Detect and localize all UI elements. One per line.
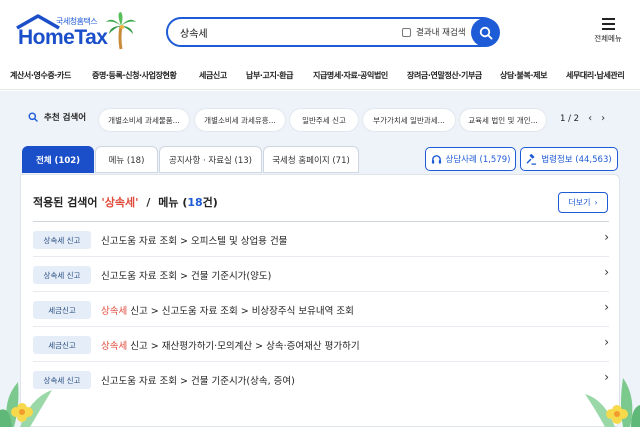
result-keyword: 상속세 bbox=[101, 306, 128, 317]
result-path-text: 신고도움 자료 조회 > 오피스텔 및 상업용 건물 bbox=[101, 236, 288, 247]
chevron-right-icon[interactable]: › bbox=[601, 113, 605, 124]
result-category-badge: 상속세 신고 bbox=[33, 231, 91, 249]
results-title: 적용된 검색어 '상속세' / 메뉴 (18건) bbox=[33, 196, 218, 209]
consultation-cases-label: 상담사례 (1,579) bbox=[445, 155, 511, 165]
result-keyword: 상속세 bbox=[101, 341, 128, 352]
recommended-label-text: 추천 검색어 bbox=[44, 113, 87, 123]
palm-tree-icon bbox=[106, 12, 136, 50]
recommended-chip[interactable]: 교육세 법인 및 개인... bbox=[460, 109, 546, 131]
search-box: 결과내 재검색 bbox=[166, 17, 500, 47]
leaf-decoration-icon bbox=[0, 382, 52, 427]
result-category-badge: 상속세 신고 bbox=[33, 266, 91, 284]
more-label: 더보기 bbox=[568, 198, 591, 207]
headset-icon bbox=[431, 154, 441, 164]
nav-item[interactable]: 계산서·영수증·카드 bbox=[10, 70, 71, 81]
search-button[interactable] bbox=[471, 18, 500, 47]
nav-item[interactable]: 세금신고 bbox=[199, 70, 227, 81]
result-category-badge: 세금신고 bbox=[33, 336, 91, 354]
rescan-label: 결과내 재검색 bbox=[416, 28, 466, 38]
result-path-text: 신고 > 신고도움 자료 조회 > 비상장주식 보유내역 조회 bbox=[127, 306, 354, 317]
results-title-prefix: 적용된 검색어 bbox=[33, 196, 98, 209]
result-row[interactable]: 상속세 신고 신고도움 자료 조회 > 건물 기준시가(상속, 증여) › bbox=[33, 362, 609, 397]
result-path-text: 신고 > 재산평가하기·모의계산 > 상속·증여재산 평가하기 bbox=[127, 341, 360, 352]
result-row[interactable]: 세금신고 상속세 신고 > 신고도움 자료 조회 > 비상장주식 보유내역 조회… bbox=[33, 292, 609, 327]
leaf-decoration-icon bbox=[585, 378, 640, 427]
chevron-right-icon: › bbox=[604, 265, 609, 279]
result-category-badge: 세금신고 bbox=[33, 301, 91, 319]
chevron-left-icon[interactable]: ‹ bbox=[588, 113, 592, 124]
tab-menu[interactable]: 메뉴 (18) bbox=[95, 146, 158, 173]
results-count: 18 bbox=[187, 196, 203, 209]
recommended-chip[interactable]: 개별소비세 과세물품... bbox=[99, 109, 189, 131]
checkbox[interactable] bbox=[402, 27, 411, 37]
search-icon bbox=[479, 26, 492, 39]
recommended-chip[interactable]: 부가가치세 일반과세... bbox=[363, 109, 455, 131]
recommended-pager: 1 / 2 ‹ › bbox=[560, 113, 605, 124]
results-count-close: 건) bbox=[202, 196, 218, 209]
result-row[interactable]: 세금신고 상속세 신고 > 재산평가하기·모의계산 > 상속·증여재산 평가하기… bbox=[33, 327, 609, 362]
all-menu-button[interactable]: 전체메뉴 bbox=[590, 18, 626, 44]
main-nav: 계산서·영수증·카드 증명·등록·신청·사업장현황 세금신고 납부·고지·환급 … bbox=[0, 60, 640, 90]
result-path: 신고도움 자료 조회 > 건물 기준시가(양도) bbox=[101, 268, 271, 282]
result-path: 신고도움 자료 조회 > 오피스텔 및 상업용 건물 bbox=[101, 233, 287, 247]
nav-item[interactable]: 지급명세·자료·공익법인 bbox=[313, 70, 388, 81]
nav-item[interactable]: 장려금·연말정산·기부금 bbox=[407, 70, 482, 81]
rescan-checkbox[interactable]: 결과내 재검색 bbox=[402, 26, 466, 38]
result-path: 상속세 신고 > 재산평가하기·모의계산 > 상속·증여재산 평가하기 bbox=[101, 338, 360, 352]
nav-item[interactable]: 세무대리·납세관리 bbox=[566, 70, 625, 81]
logo-title: HomeTax bbox=[18, 26, 108, 49]
tab-all[interactable]: 전체 (102) bbox=[22, 146, 94, 173]
hometax-logo[interactable]: 국세청홈택스 HomeTax bbox=[14, 12, 136, 52]
more-button[interactable]: 더보기 › bbox=[558, 192, 608, 213]
all-menu-label: 전체메뉴 bbox=[594, 34, 622, 43]
chevron-right-icon: › bbox=[604, 300, 609, 314]
chevron-right-icon: › bbox=[594, 198, 598, 207]
tab-nts-homepage[interactable]: 국세청 홈페이지 (71) bbox=[263, 146, 359, 173]
result-path: 신고도움 자료 조회 > 건물 기준시가(상속, 증여) bbox=[101, 373, 295, 387]
legal-info-label: 법령정보 (44,563) bbox=[541, 155, 612, 165]
results-title-keyword: '상속세' bbox=[101, 196, 139, 209]
hamburger-menu-icon bbox=[590, 18, 626, 30]
page-indicator: 1 / 2 bbox=[560, 113, 580, 124]
search-results-area: 추천 검색어 개별소비세 과세물품... 개별소비세 과세유흥... 일반주세 … bbox=[0, 91, 640, 427]
result-path: 상속세 신고 > 신고도움 자료 조회 > 비상장주식 보유내역 조회 bbox=[101, 303, 354, 317]
recommended-keywords-label: 추천 검색어 bbox=[28, 111, 86, 123]
result-row[interactable]: 상속세 신고 신고도움 자료 조회 > 건물 기준시가(양도) › bbox=[33, 257, 609, 292]
consultation-cases-button[interactable]: 상담사례 (1,579) bbox=[425, 147, 516, 171]
result-path-text: 신고도움 자료 조회 > 건물 기준시가(양도) bbox=[101, 271, 272, 282]
recommended-chip[interactable]: 개별소비세 과세유흥... bbox=[195, 109, 285, 131]
nav-item[interactable]: 증명·등록·신청·사업장현황 bbox=[92, 70, 177, 81]
gavel-icon bbox=[526, 153, 537, 165]
result-path-text: 신고도움 자료 조회 > 건물 기준시가(상속, 증여) bbox=[101, 376, 295, 387]
results-title-category: 메뉴 bbox=[158, 196, 179, 209]
chevron-right-icon: › bbox=[604, 335, 609, 349]
chevron-right-icon: › bbox=[604, 230, 609, 244]
result-row[interactable]: 상속세 신고 신고도움 자료 조회 > 오피스텔 및 상업용 건물 › bbox=[33, 222, 609, 257]
recommended-chip[interactable]: 일반주세 신고 bbox=[290, 109, 358, 131]
nav-item[interactable]: 납부·고지·환급 bbox=[246, 70, 293, 81]
menu-results-panel: 적용된 검색어 '상속세' / 메뉴 (18건) 더보기 › 상속세 신고 신고… bbox=[20, 174, 620, 427]
search-icon bbox=[28, 112, 38, 122]
tab-notices[interactable]: 공지사항 · 자료실 (13) bbox=[159, 146, 262, 173]
nav-item[interactable]: 상담·불복·제보 bbox=[500, 70, 547, 81]
search-input[interactable] bbox=[180, 24, 390, 41]
header: 국세청홈택스 HomeTax 결과내 재검색 전체메뉴 bbox=[0, 0, 640, 60]
legal-info-button[interactable]: 법령정보 (44,563) bbox=[520, 147, 618, 171]
